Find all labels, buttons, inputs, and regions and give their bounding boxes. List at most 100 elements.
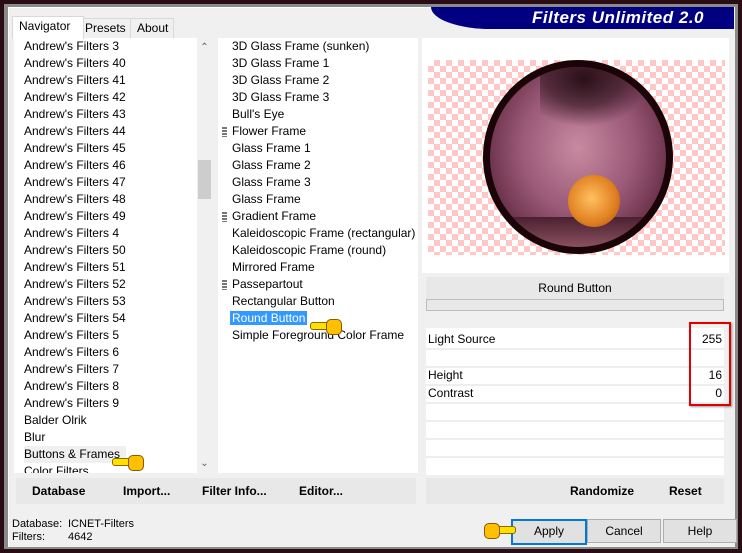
category-item-label: Balder Olrik	[24, 413, 87, 427]
preview-tree-silhouette	[540, 67, 650, 127]
category-list[interactable]: Andrew's Filters 3 Andrew's Filters 40 And…	[14, 38, 197, 473]
database-button[interactable]: Database	[32, 478, 85, 504]
cancel-button[interactable]: Cancel	[587, 519, 661, 543]
tab-navigator[interactable]: Navigator	[12, 16, 84, 39]
filter-item-label: 3D Glass Frame 1	[232, 56, 330, 70]
filter-item-label: Kaleidoscopic Frame (round)	[232, 243, 387, 257]
filter-item-label: Bull's Eye	[232, 107, 285, 121]
category-item[interactable]: Andrew's Filters 50	[14, 242, 197, 259]
parameter-row[interactable]: Height 16	[426, 367, 724, 386]
category-item-label: Andrew's Filters 49	[24, 209, 126, 223]
filter-item[interactable]: Passepartout	[218, 276, 418, 293]
category-item-label: Andrew's Filters 6	[24, 345, 119, 359]
database-value: ICNET-Filters	[68, 518, 134, 530]
category-item[interactable]: Andrew's Filters 49	[14, 208, 197, 225]
category-item[interactable]: Color Filters	[14, 463, 197, 473]
filter-item[interactable]: 3D Glass Frame 1	[218, 55, 418, 72]
filter-item[interactable]: Glass Frame 1	[218, 140, 418, 157]
filter-item[interactable]: Gradient Frame	[218, 208, 418, 225]
category-item[interactable]: Buttons & Frames	[14, 446, 197, 463]
category-item-label: Andrew's Filters 7	[24, 362, 119, 376]
custom-filter-marker-icon	[222, 127, 227, 137]
category-item[interactable]: Andrew's Filters 4	[14, 225, 197, 242]
filter-item-label: Glass Frame	[232, 192, 301, 206]
filter-item[interactable]: Kaleidoscopic Frame (rectangular)	[218, 225, 418, 242]
filter-item[interactable]: Bull's Eye	[218, 106, 418, 123]
tab-presets[interactable]: Presets	[78, 18, 132, 38]
category-item[interactable]: Andrew's Filters 51	[14, 259, 197, 276]
category-item[interactable]: Andrew's Filters 52	[14, 276, 197, 293]
parameter-row[interactable]: Contrast 0	[426, 385, 724, 404]
category-item[interactable]: Andrew's Filters 8	[14, 378, 197, 395]
category-item-label: Andrew's Filters 43	[24, 107, 126, 121]
annotation-highlight-box	[689, 322, 731, 406]
pointing-hand-icon	[484, 523, 516, 539]
filter-item[interactable]: 3D Glass Frame 2	[218, 72, 418, 89]
category-item[interactable]: Andrew's Filters 3	[14, 38, 197, 55]
category-item-label: Andrew's Filters 47	[24, 175, 126, 189]
randomize-button[interactable]: Randomize	[570, 478, 634, 504]
category-item[interactable]: Andrew's Filters 47	[14, 174, 197, 191]
category-item[interactable]: Andrew's Filters 41	[14, 72, 197, 89]
filter-item[interactable]: Flower Frame	[218, 123, 418, 140]
filter-item[interactable]: Glass Frame 2	[218, 157, 418, 174]
scroll-up-arrow-icon[interactable]: ⌃	[197, 40, 212, 55]
category-item[interactable]: Andrew's Filters 9	[14, 395, 197, 412]
category-item[interactable]: Andrew's Filters 42	[14, 89, 197, 106]
category-item[interactable]: Andrew's Filters 5	[14, 327, 197, 344]
filter-item[interactable]: 3D Glass Frame (sunken)	[218, 38, 418, 55]
filter-item[interactable]: Glass Frame 3	[218, 174, 418, 191]
filter-item[interactable]: Glass Frame	[218, 191, 418, 208]
category-item[interactable]: Andrew's Filters 53	[14, 293, 197, 310]
reset-button[interactable]: Reset	[669, 478, 702, 504]
category-item-label: Andrew's Filters 45	[24, 141, 126, 155]
filter-item-label: Passepartout	[232, 277, 303, 291]
filter-item[interactable]: Rectangular Button	[218, 293, 418, 310]
filter-item[interactable]: Mirrored Frame	[218, 259, 418, 276]
category-item-label: Andrew's Filters 52	[24, 277, 126, 291]
category-item[interactable]: Andrew's Filters 44	[14, 123, 197, 140]
category-item[interactable]: Blur	[14, 429, 197, 446]
category-item[interactable]: Balder Olrik	[14, 412, 197, 429]
scrollbar-thumb[interactable]	[198, 160, 211, 199]
title-banner: Filters Unlimited 2.0	[431, 7, 734, 29]
category-item-label: Andrew's Filters 8	[24, 379, 119, 393]
parameter-row	[426, 421, 724, 440]
tab-about[interactable]: About	[130, 18, 174, 38]
pointing-hand-icon	[112, 455, 144, 471]
category-item-label: Andrew's Filters 4	[24, 226, 119, 240]
preview-image-content	[490, 67, 666, 247]
filter-item-label: Gradient Frame	[232, 209, 317, 223]
filter-list[interactable]: 3D Glass Frame (sunken) 3D Glass Frame 1 3…	[218, 38, 418, 473]
filters-count-value: 4642	[68, 531, 93, 543]
category-item[interactable]: Andrew's Filters 48	[14, 191, 197, 208]
category-item[interactable]: Andrew's Filters 40	[14, 55, 197, 72]
parameter-row[interactable]: Light Source 255	[426, 331, 724, 350]
category-item[interactable]: Andrew's Filters 43	[14, 106, 197, 123]
filter-info-button[interactable]: Filter Info...	[202, 478, 267, 504]
category-item-label: Andrew's Filters 48	[24, 192, 126, 206]
database-label: Database:	[12, 518, 63, 530]
apply-button[interactable]: Apply	[511, 519, 587, 545]
category-item-label: Andrew's Filters 53	[24, 294, 126, 308]
filter-item[interactable]: 3D Glass Frame 3	[218, 89, 418, 106]
filter-name-label: Round Button	[426, 277, 724, 299]
filter-item-label: Round Button	[230, 311, 308, 325]
help-button[interactable]: Help	[663, 519, 737, 543]
filter-item-label: Mirrored Frame	[232, 260, 315, 274]
filter-progress-bar	[426, 299, 724, 311]
category-item[interactable]: Andrew's Filters 46	[14, 157, 197, 174]
scroll-down-arrow-icon[interactable]: ⌄	[197, 456, 212, 471]
category-item-label: Andrew's Filters 5	[24, 328, 119, 342]
category-item-label: Andrew's Filters 46	[24, 158, 126, 172]
import-button[interactable]: Import...	[123, 478, 170, 504]
filter-item-label: 3D Glass Frame (sunken)	[232, 39, 370, 53]
editor-button[interactable]: Editor...	[299, 478, 343, 504]
parameter-row	[426, 349, 724, 368]
category-item[interactable]: Andrew's Filters 6	[14, 344, 197, 361]
filter-item[interactable]: Kaleidoscopic Frame (round)	[218, 242, 418, 259]
category-list-scrollbar[interactable]: ⌃ ⌄	[197, 38, 212, 473]
category-item[interactable]: Andrew's Filters 7	[14, 361, 197, 378]
category-item[interactable]: Andrew's Filters 54	[14, 310, 197, 327]
category-item[interactable]: Andrew's Filters 45	[14, 140, 197, 157]
